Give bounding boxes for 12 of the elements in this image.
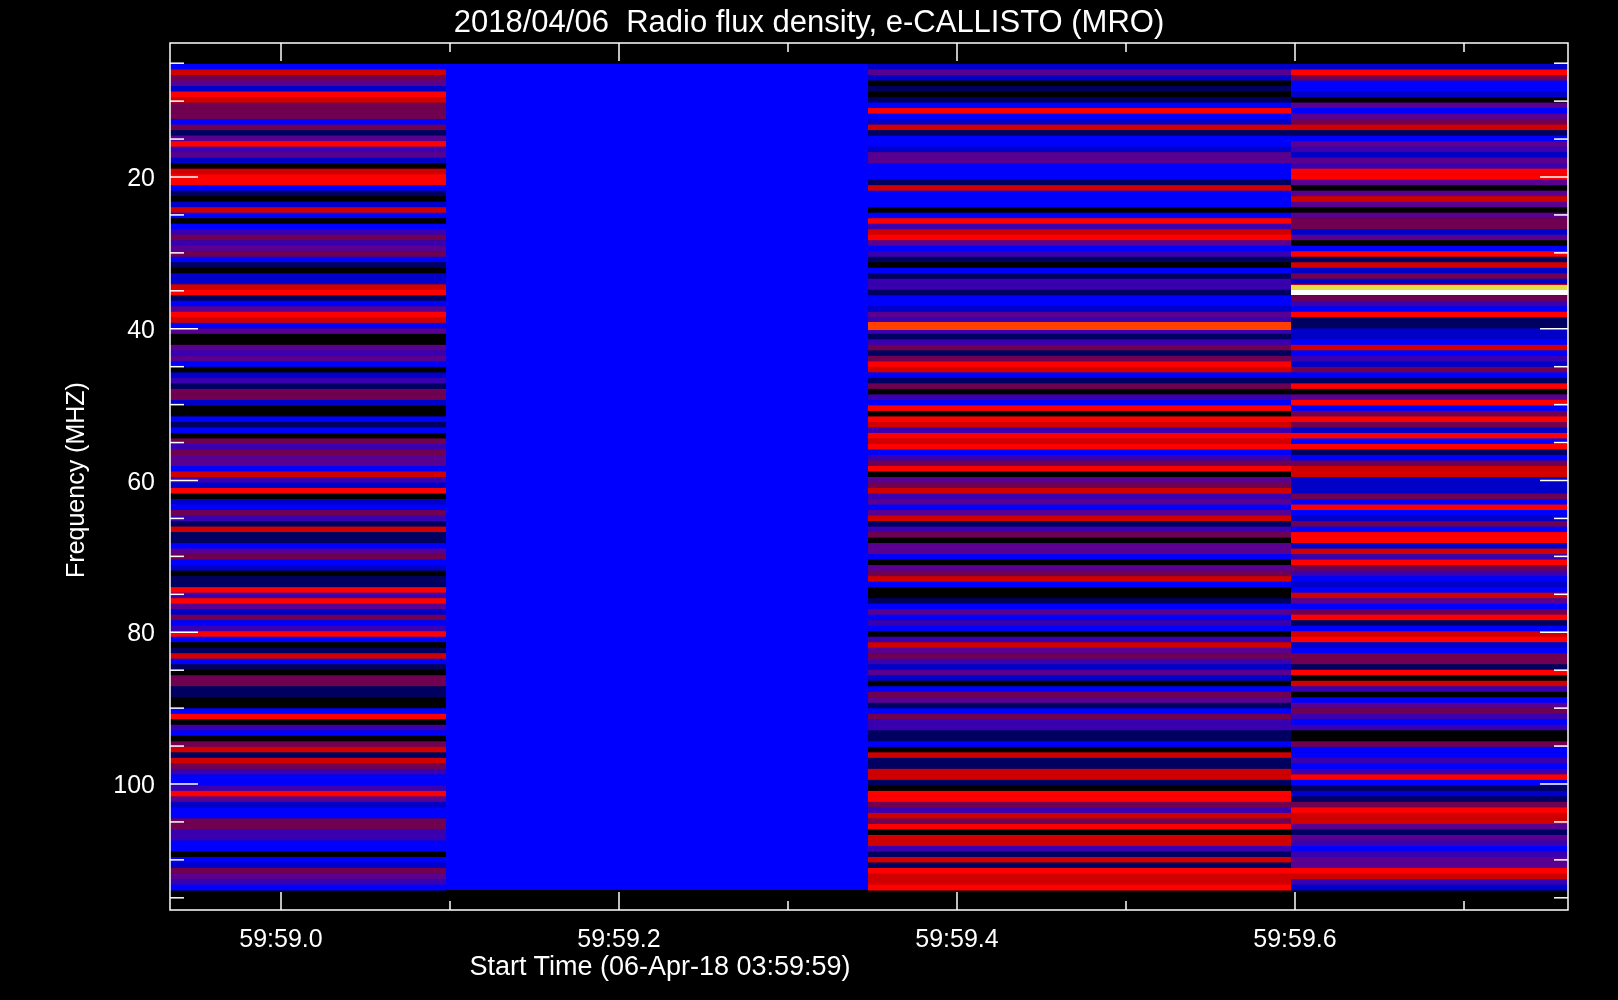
x-tick-label: 59:59.6 xyxy=(1253,924,1337,952)
x-axis-label: Start Time (06-Apr-18 03:59:59) xyxy=(469,951,851,981)
y-tick-label: 80 xyxy=(127,618,155,647)
y-tick-label: 60 xyxy=(127,466,155,495)
y-tick-label: 40 xyxy=(127,314,155,343)
plot-title: 2018/04/06 Radio flux density, e-CALLISTO (MRO) xyxy=(453,4,1165,40)
y-tick-label: 20 xyxy=(127,163,155,191)
x-tick-label: 59:59.4 xyxy=(915,924,999,952)
x-tick-label: 59:59.2 xyxy=(577,924,661,952)
x-tick-label: 59:59.0 xyxy=(239,924,323,952)
y-axis-label: Frequency (MHZ) xyxy=(61,382,89,578)
y-tick-label: 100 xyxy=(113,770,155,798)
